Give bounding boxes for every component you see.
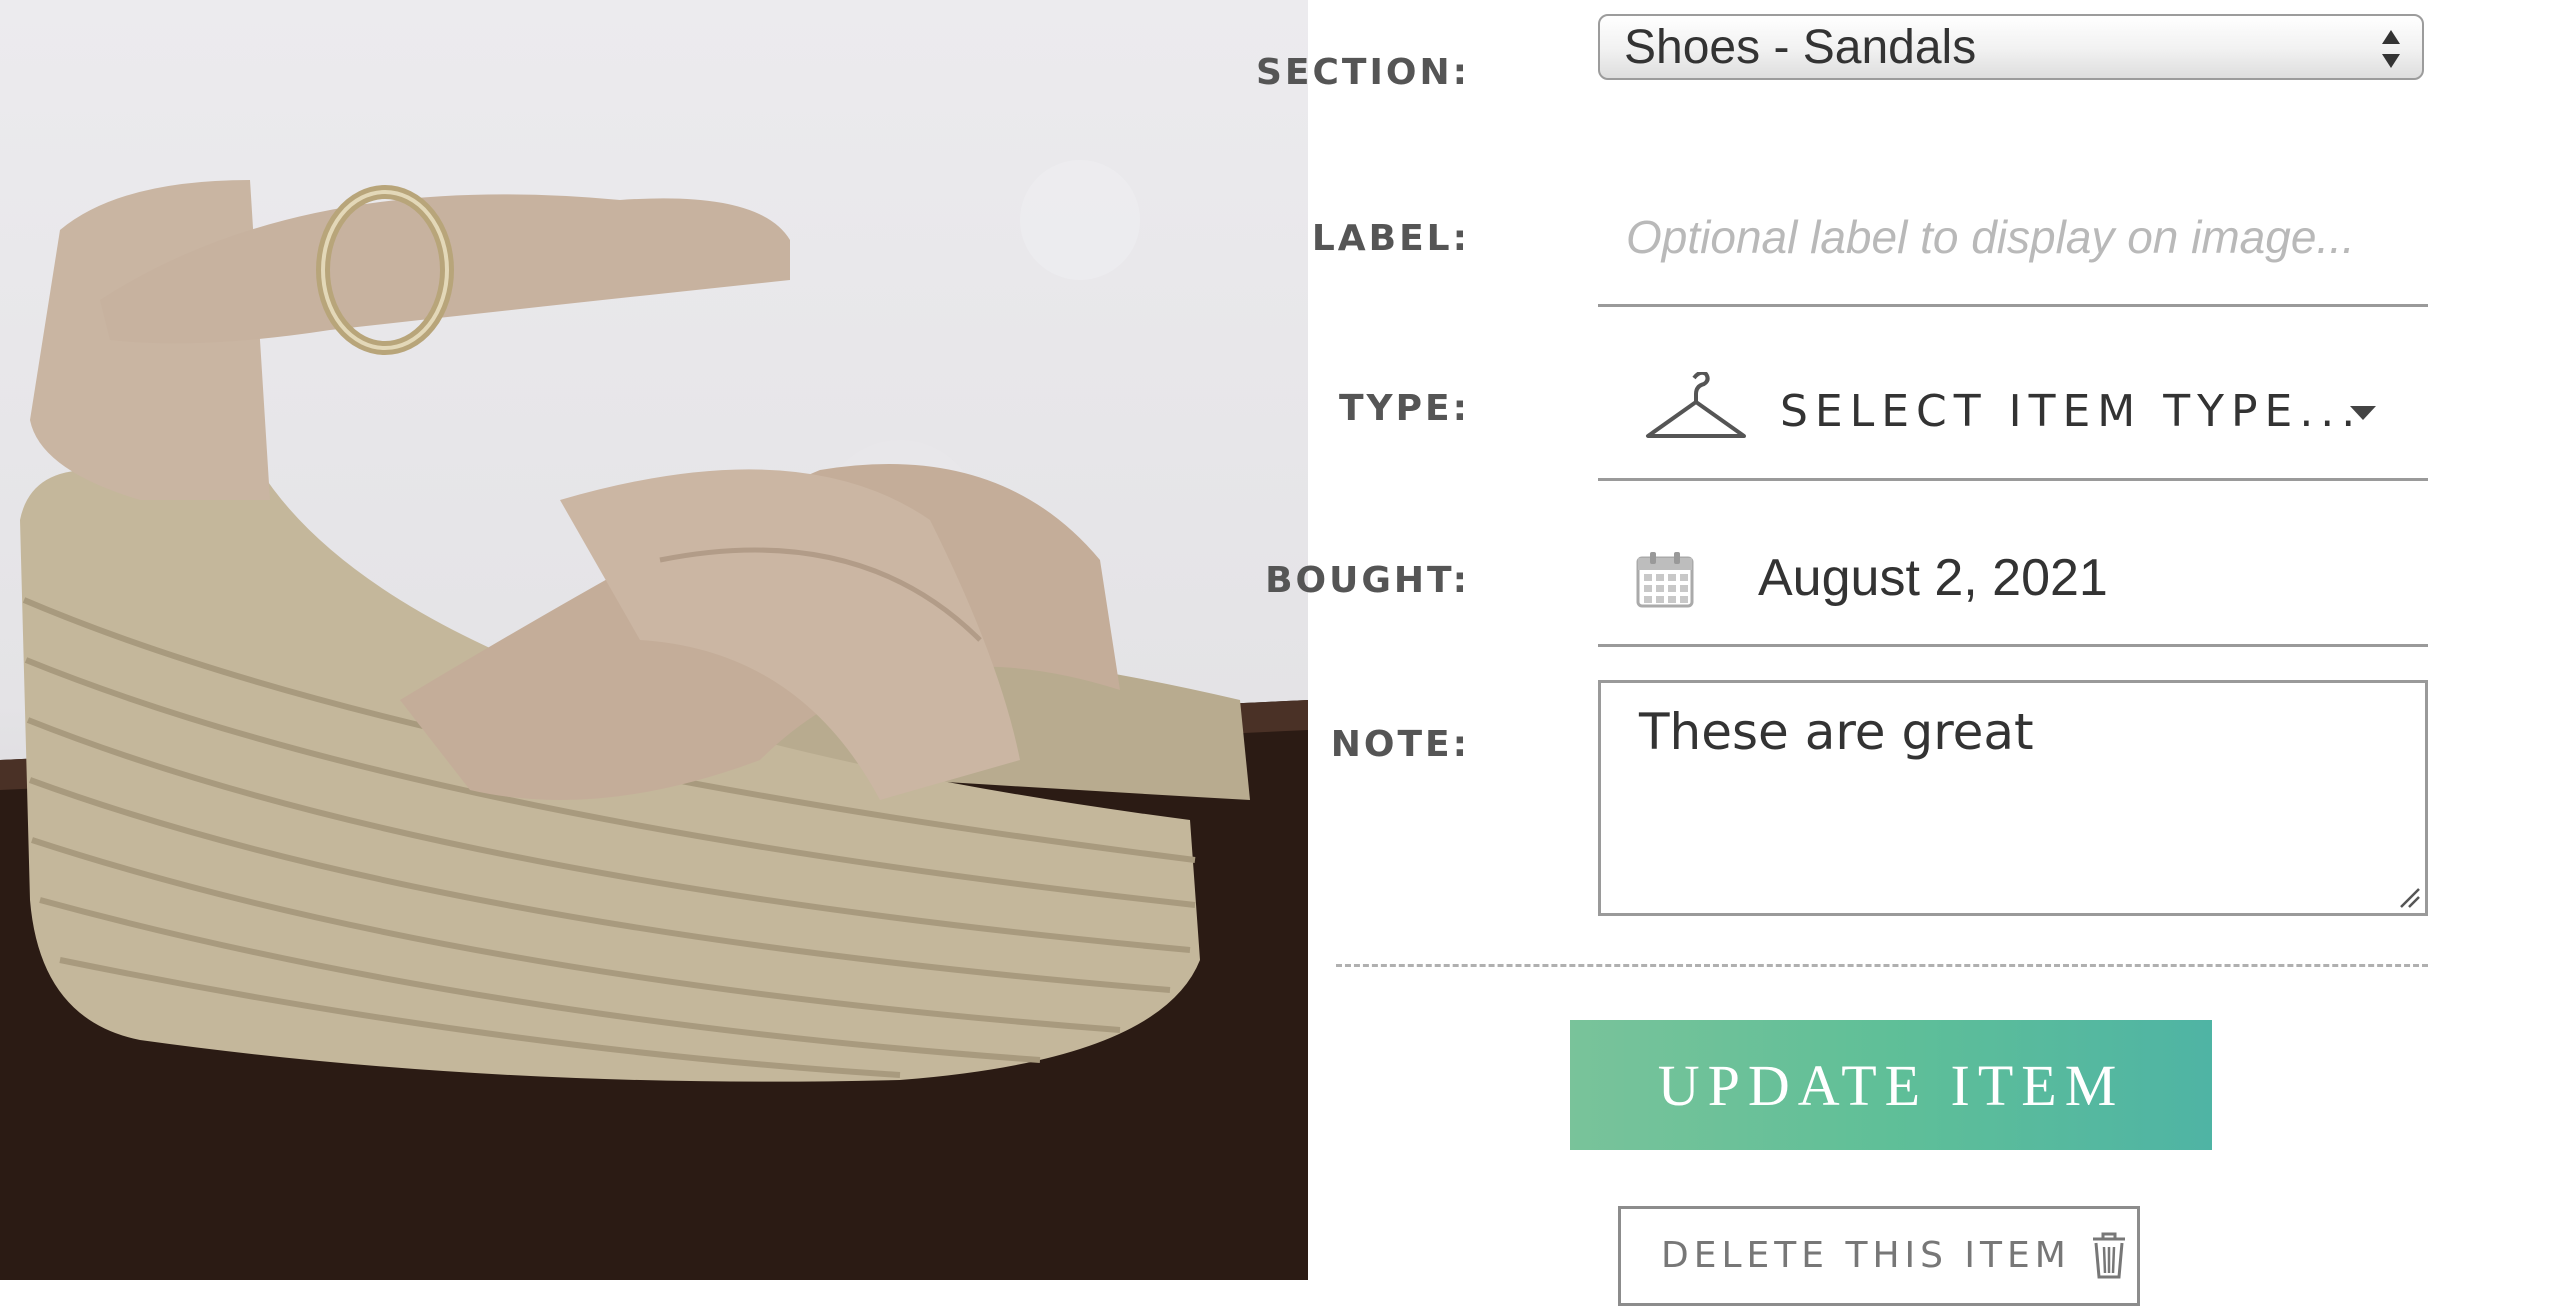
item-edit-form: SECTION: Shoes - Sandals LABEL: Optional… (1256, 0, 2560, 1306)
bought-underline (1598, 644, 2428, 647)
trash-icon (2092, 1232, 2125, 1279)
select-arrows-icon (2382, 30, 2400, 68)
delete-item-label: DELETE THIS ITEM (1661, 1235, 2071, 1276)
label-label: LABEL: (1311, 218, 1470, 259)
note-textarea[interactable]: These are great (1598, 680, 2428, 916)
sandal-photo (0, 160, 1308, 1280)
form-divider (1336, 964, 2428, 967)
type-select-value: SELECT ITEM TYPE... (1780, 386, 2363, 437)
section-select[interactable]: Shoes - Sandals (1598, 14, 2424, 80)
chevron-down-icon (2350, 406, 2376, 420)
resize-grip-icon[interactable] (2397, 885, 2421, 909)
calendar-icon (1636, 552, 1694, 608)
note-label: NOTE: (1330, 724, 1470, 765)
type-label: TYPE: (1339, 388, 1470, 429)
update-item-button[interactable]: UPDATE ITEM (1570, 1020, 2212, 1150)
delete-item-button[interactable]: DELETE THIS ITEM (1618, 1206, 2140, 1306)
label-input[interactable]: Optional label to display on image... (1626, 210, 2355, 264)
label-input-underline (1598, 304, 2428, 307)
type-underline (1598, 478, 2428, 481)
hanger-icon (1646, 372, 1746, 438)
section-select-value: Shoes - Sandals (1624, 21, 1977, 74)
note-text: These are great (1639, 703, 2034, 761)
section-label: SECTION: (1255, 52, 1470, 93)
bought-date-value: August 2, 2021 (1758, 549, 2108, 607)
bought-label: BOUGHT: (1265, 560, 1470, 601)
item-photo (0, 0, 1308, 1280)
